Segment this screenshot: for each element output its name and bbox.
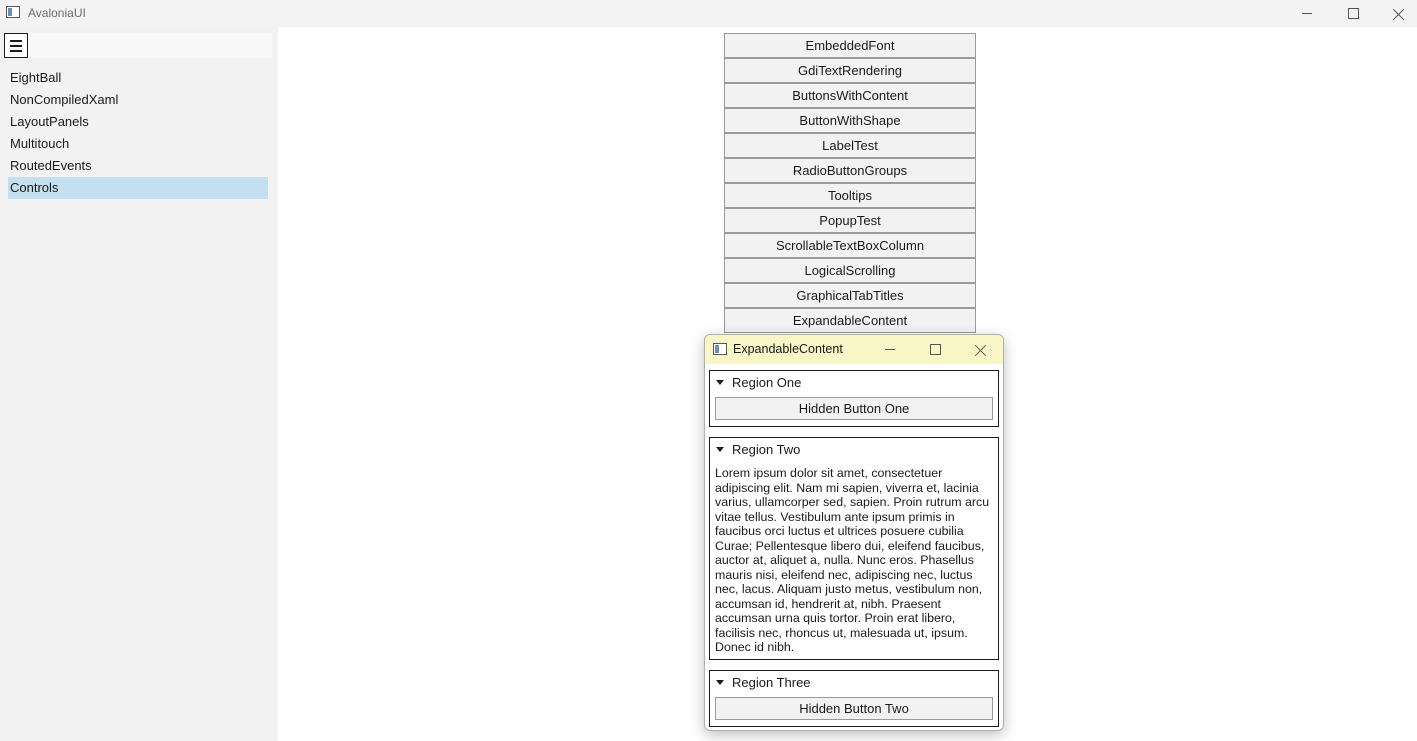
expand-caret-icon <box>716 379 724 385</box>
close-icon <box>975 344 987 356</box>
expander-region-two: Region Two Lorem ipsum dolor sit amet, c… <box>709 437 999 660</box>
pane-header <box>28 33 272 58</box>
buttonswithcontent-button[interactable]: ButtonsWithContent <box>724 83 976 108</box>
expand-caret-icon <box>716 446 724 452</box>
expander-header-region-three[interactable]: Region Three <box>710 671 998 693</box>
expandablecontent-button[interactable]: ExpandableContent <box>724 308 976 333</box>
expander-region-one: Region One Hidden Button One <box>709 370 999 427</box>
expander-region-three: Region Three Hidden Button Two <box>709 670 999 727</box>
buttonwithshape-button[interactable]: ButtonWithShape <box>724 108 976 133</box>
popuptest-button[interactable]: PopupTest <box>724 208 976 233</box>
expand-caret-icon <box>716 679 724 685</box>
minimize-icon <box>1302 13 1312 14</box>
logicalscrolling-button[interactable]: LogicalScrolling <box>724 258 976 283</box>
expander-header-region-one[interactable]: Region One <box>710 371 998 393</box>
expander-header-region-two[interactable]: Region Two <box>710 438 998 460</box>
embeddedfont-button[interactable]: EmbeddedFont <box>724 33 976 58</box>
sidebar-item-noncompiledxaml[interactable]: NonCompiledXaml <box>8 89 268 111</box>
labeltest-button[interactable]: LabelTest <box>724 133 976 158</box>
close-icon <box>1393 8 1405 20</box>
radiobuttongroups-button[interactable]: RadioButtonGroups <box>724 158 976 183</box>
hidden-button-two[interactable]: Hidden Button Two <box>715 697 993 720</box>
close-button[interactable] <box>1376 0 1417 27</box>
hamburger-icon <box>10 39 22 42</box>
app-window-icon <box>6 6 20 18</box>
window-title: AvaloniaUI <box>28 6 86 20</box>
hamburger-icon-line <box>10 49 22 52</box>
child-minimize-button[interactable] <box>867 335 913 364</box>
sample-button-list: EmbeddedFont GdiTextRendering ButtonsWit… <box>724 33 976 333</box>
maximize-icon <box>929 344 941 355</box>
sidebar-item-routedevents[interactable]: RoutedEvents <box>8 155 268 177</box>
scrollabletextboxcolumn-button[interactable]: ScrollableTextBoxColumn <box>724 233 976 258</box>
sidebar-nav: EightBall NonCompiledXaml LayoutPanels M… <box>8 67 268 199</box>
sidebar-item-controls[interactable]: Controls <box>8 177 268 199</box>
hamburger-menu-button[interactable] <box>4 33 28 58</box>
minimize-button[interactable] <box>1284 0 1330 27</box>
child-title-bar[interactable]: ExpandableContent <box>705 335 1003 364</box>
child-close-button[interactable] <box>958 335 1003 364</box>
maximize-icon <box>1347 8 1359 19</box>
tooltips-button[interactable]: Tooltips <box>724 183 976 208</box>
expander-header-label: Region One <box>732 374 802 390</box>
sidebar: EightBall NonCompiledXaml LayoutPanels M… <box>0 27 278 741</box>
app-window-icon <box>713 343 727 355</box>
child-maximize-button[interactable] <box>912 335 958 364</box>
sidebar-item-eightball[interactable]: EightBall <box>8 67 268 89</box>
hidden-button-one[interactable]: Hidden Button One <box>715 397 993 420</box>
sidebar-item-multitouch[interactable]: Multitouch <box>8 133 268 155</box>
title-bar: AvaloniaUI <box>0 0 1417 27</box>
expandable-content-window: ExpandableContent Region One Hidden Butt… <box>704 334 1004 731</box>
lorem-ipsum-text: Lorem ipsum dolor sit amet, consectetuer… <box>715 466 990 654</box>
maximize-button[interactable] <box>1330 0 1376 27</box>
sidebar-item-layoutpanels[interactable]: LayoutPanels <box>8 111 268 133</box>
minimize-icon <box>885 349 895 350</box>
gditextrendering-button[interactable]: GdiTextRendering <box>724 58 976 83</box>
expander-header-label: Region Two <box>732 441 801 457</box>
expander-header-label: Region Three <box>732 674 811 690</box>
graphicaltabtitles-button[interactable]: GraphicalTabTitles <box>724 283 976 308</box>
child-window-title: ExpandableContent <box>733 342 843 356</box>
hamburger-icon-line <box>10 44 22 47</box>
